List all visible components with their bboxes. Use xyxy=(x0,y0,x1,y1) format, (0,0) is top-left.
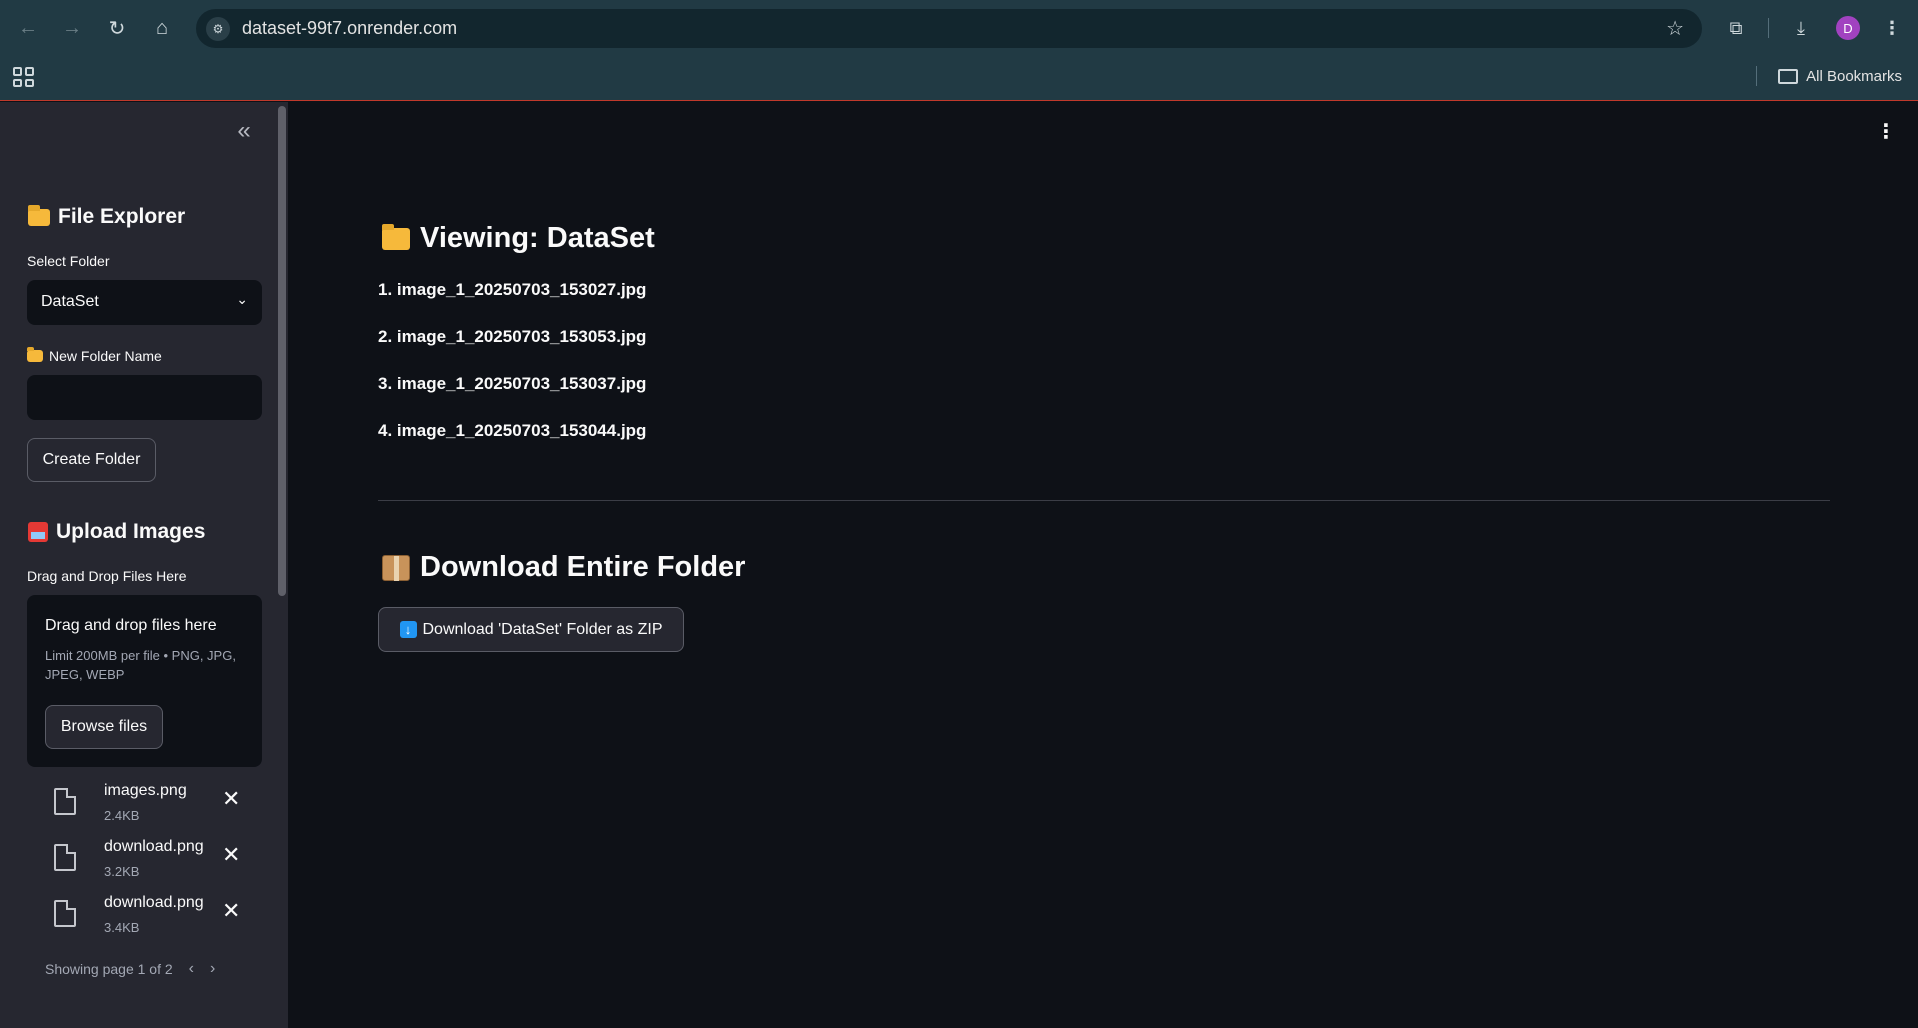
remove-file-icon[interactable]: ✕ xyxy=(222,786,240,812)
dropzone-limits: Limit 200MB per file • PNG, JPG, JPEG, W… xyxy=(45,648,236,682)
folder-select[interactable]: DataSet ⌄ xyxy=(27,280,262,325)
browser-toolbar: ← → ↻ ⌂ ⚙ dataset-99t7.onrender.com ☆ ⧉ … xyxy=(0,0,1918,56)
file-size: 2.4KB xyxy=(104,808,140,823)
new-folder-input[interactable] xyxy=(27,375,262,420)
profile-avatar[interactable]: D xyxy=(1836,16,1860,40)
file-list-item: 3. image_1_20250703_153037.jpg xyxy=(378,374,647,393)
prev-page-icon[interactable]: ‹ xyxy=(189,960,194,978)
folder-emoji-icon xyxy=(27,347,43,362)
package-emoji-icon xyxy=(382,554,410,581)
download-icon[interactable]: ⤓ xyxy=(1787,14,1815,42)
pagination-text: Showing page 1 of 2 xyxy=(45,961,173,977)
section-divider xyxy=(378,500,1830,501)
bookmarks-bar: All Bookmarks xyxy=(0,56,1918,100)
folder-select-value: DataSet xyxy=(41,293,99,310)
new-folder-label: New Folder Name xyxy=(27,347,162,364)
uploaded-file-item: download.png 3.4KB ✕ xyxy=(50,894,250,946)
select-folder-label: Select Folder xyxy=(27,253,110,269)
file-size: 3.2KB xyxy=(104,864,140,879)
browser-chrome: ← → ↻ ⌂ ⚙ dataset-99t7.onrender.com ☆ ⧉ … xyxy=(0,0,1918,101)
remove-file-icon[interactable]: ✕ xyxy=(222,898,240,924)
file-list-item: 4. image_1_20250703_153044.jpg xyxy=(378,421,647,440)
extensions-icon[interactable]: ⧉ xyxy=(1722,14,1750,42)
viewing-title: Viewing: DataSet xyxy=(420,222,655,254)
remove-file-icon[interactable]: ✕ xyxy=(222,842,240,868)
download-heading: Download Entire Folder xyxy=(382,551,745,584)
site-info-icon[interactable]: ⚙ xyxy=(206,17,230,41)
reload-icon[interactable]: ↻ xyxy=(103,14,131,42)
home-icon[interactable]: ⌂ xyxy=(148,14,176,42)
upload-images-heading: Upload Images xyxy=(28,520,205,544)
next-page-icon[interactable]: › xyxy=(210,960,215,978)
file-size: 3.4KB xyxy=(104,920,140,935)
all-bookmarks-label: All Bookmarks xyxy=(1806,68,1902,85)
file-list-item: 1. image_1_20250703_153027.jpg xyxy=(378,280,647,299)
dropzone-title: Drag and drop files here xyxy=(45,617,217,634)
back-icon[interactable]: ← xyxy=(14,14,42,42)
download-title: Download Entire Folder xyxy=(420,551,746,583)
bookmark-star-icon[interactable]: ☆ xyxy=(1666,16,1684,41)
chevron-down-icon: ⌄ xyxy=(236,291,248,307)
down-arrow-icon: ↓ xyxy=(399,621,417,638)
sidebar-scrollbar[interactable] xyxy=(278,106,286,596)
uploaded-file-item: images.png 2.4KB ✕ xyxy=(50,782,250,834)
apps-grid-icon[interactable] xyxy=(12,66,34,88)
url-text[interactable]: dataset-99t7.onrender.com xyxy=(242,18,457,39)
folder-emoji-icon xyxy=(28,204,50,226)
folder-icon xyxy=(1778,69,1799,84)
viewing-heading: Viewing: DataSet xyxy=(382,222,655,255)
browse-files-button[interactable]: Browse files xyxy=(45,705,163,749)
file-dropzone[interactable]: Drag and drop files here Limit 200MB per… xyxy=(27,595,262,767)
address-bar[interactable]: ⚙ dataset-99t7.onrender.com ☆ xyxy=(196,9,1702,48)
file-icon xyxy=(54,788,76,815)
upload-images-title: Upload Images xyxy=(56,520,206,543)
file-icon xyxy=(54,844,76,871)
folder-emoji-icon xyxy=(382,223,410,250)
create-folder-button[interactable]: Create Folder xyxy=(27,438,156,482)
forward-icon[interactable]: → xyxy=(58,14,86,42)
download-zip-label: Download 'DataSet' Folder as ZIP xyxy=(422,620,663,638)
file-explorer-title: File Explorer xyxy=(58,205,186,228)
file-explorer-heading: File Explorer xyxy=(28,204,186,229)
drag-drop-label: Drag and Drop Files Here xyxy=(27,568,187,584)
download-zip-button[interactable]: ↓ Download 'DataSet' Folder as ZIP xyxy=(378,607,684,652)
file-list-item: 2. image_1_20250703_153053.jpg xyxy=(378,327,647,346)
inbox-emoji-icon xyxy=(28,522,48,542)
bookmarks-divider xyxy=(1756,66,1757,86)
browser-menu-icon[interactable]: ⋮ xyxy=(1878,14,1906,42)
toolbar-divider xyxy=(1768,18,1769,38)
app-menu-icon[interactable]: ⋮ xyxy=(1876,118,1896,146)
uploaded-file-item: download.png 3.2KB ✕ xyxy=(50,838,250,890)
file-name: download.png xyxy=(104,894,204,911)
collapse-sidebar-icon[interactable]: « xyxy=(232,119,256,144)
file-name: download.png xyxy=(104,838,204,855)
all-bookmarks-button[interactable]: All Bookmarks xyxy=(1778,68,1902,85)
pagination: Showing page 1 of 2 ‹ › xyxy=(45,960,215,978)
new-folder-label-text: New Folder Name xyxy=(49,348,162,364)
file-icon xyxy=(54,900,76,927)
file-name: images.png xyxy=(104,782,187,799)
